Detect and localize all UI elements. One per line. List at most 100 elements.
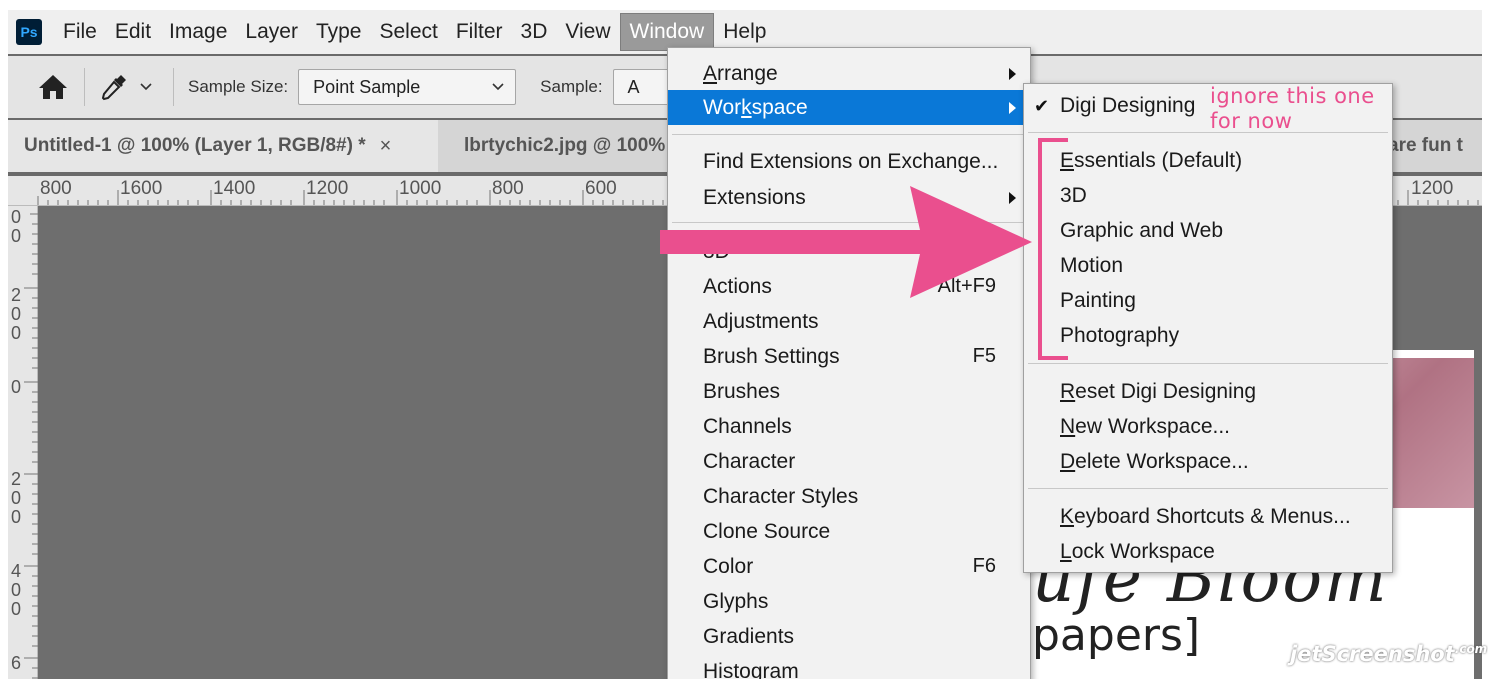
menu-item-workspace[interactable]: Workspace (668, 90, 1030, 125)
workspace-item-reset[interactable]: Reset Digi Designing (1024, 374, 1392, 409)
menu-separator (672, 134, 1026, 135)
ruler-number: 0 (11, 377, 22, 397)
menu-item-gradients[interactable]: Gradients (668, 619, 1030, 654)
close-icon[interactable]: × (380, 135, 392, 158)
workspace-item-keyboard-shortcuts[interactable]: Keyboard Shortcuts & Menus... (1024, 499, 1392, 534)
ruler-number: 1000 (399, 178, 442, 199)
menu-item-label: Motion (1060, 253, 1124, 277)
menu-item-label: New Workspace... (1060, 414, 1231, 438)
workspace-submenu: ✔ Digi Designing Essentials (Default) 3D… (1023, 83, 1393, 573)
submenu-arrow-icon (1009, 102, 1016, 114)
menu-item-character[interactable]: Character (668, 444, 1030, 479)
workspace-item-delete[interactable]: Delete Workspace... (1024, 444, 1392, 479)
watermark-text: jetScreenshot (1290, 642, 1455, 666)
image-papers-text: papers] (1032, 610, 1201, 661)
eyedropper-tool-preset[interactable] (99, 70, 159, 104)
sample-value: A (627, 76, 640, 97)
vertical-ruler: 0 0 2 0 0 0 2 0 0 4 0 0 6 (8, 206, 38, 679)
tab-partial[interactable]: are fun t (1378, 120, 1482, 172)
ruler-number: 800 (40, 178, 72, 199)
menu-item-label: Graphic and Web (1060, 218, 1224, 242)
menu-image[interactable]: Image (160, 14, 236, 50)
shortcut-label: F6 (972, 555, 996, 577)
chevron-down-icon (492, 83, 504, 91)
home-icon[interactable] (36, 70, 70, 104)
menu-item-label: Painting (1060, 288, 1136, 312)
workspace-item-motion[interactable]: Motion (1024, 248, 1392, 283)
menu-item-label: Clone Source (703, 519, 831, 543)
menu-item-label: Reset Digi Designing (1060, 379, 1257, 403)
menu-item-label: Arrange (703, 61, 778, 85)
submenu-arrow-icon (1009, 68, 1016, 80)
menu-item-brushes[interactable]: Brushes (668, 374, 1030, 409)
sample-size-value: Point Sample (313, 76, 421, 97)
menu-separator (1028, 488, 1388, 489)
menu-item-color[interactable]: Color F6 (668, 549, 1030, 584)
menu-item-histogram[interactable]: Histogram (668, 654, 1030, 679)
toolbar-divider (173, 68, 174, 106)
window-menu-dropdown: Arrange Workspace Find Extensions on Exc… (667, 47, 1031, 679)
workspace-item-3d[interactable]: 3D (1024, 178, 1392, 213)
menu-item-label: Brush Settings (703, 344, 840, 368)
menu-item-label: Find Extensions on Exchange... (703, 149, 999, 173)
checkmark-icon: ✔ (1034, 96, 1050, 116)
tab-lbrtychic2[interactable]: lbrtychic2.jpg @ 100% (448, 120, 688, 172)
menu-item-glyphs[interactable]: Glyphs (668, 584, 1030, 619)
menu-item-label: Gradients (703, 624, 795, 648)
workspace-item-graphic-web[interactable]: Graphic and Web (1024, 213, 1392, 248)
sample-label: Sample: (540, 77, 603, 96)
tab-label: are fun t (1388, 135, 1463, 156)
menu-edit[interactable]: Edit (106, 14, 160, 50)
ruler-number: 0 0 (11, 207, 22, 246)
workspace-item-essentials[interactable]: Essentials (Default) (1024, 143, 1392, 178)
menu-filter[interactable]: Filter (447, 14, 512, 50)
menu-select[interactable]: Select (370, 14, 446, 50)
menu-layer[interactable]: Layer (236, 14, 307, 50)
menu-item-label: Workspace (703, 95, 808, 119)
tab-label: Untitled-1 @ 100% (Layer 1, RGB/8#) * (24, 135, 366, 156)
menu-item-label: Character Styles (703, 484, 859, 508)
menu-item-brush-settings[interactable]: Brush Settings F5 (668, 339, 1030, 374)
eyedropper-icon (101, 75, 126, 101)
menu-help[interactable]: Help (714, 14, 775, 50)
menu-item-label: Essentials (Default) (1060, 148, 1243, 172)
workspace-item-painting[interactable]: Painting (1024, 283, 1392, 318)
menu-item-character-styles[interactable]: Character Styles (668, 479, 1030, 514)
menu-window[interactable]: Window (619, 13, 715, 51)
menu-item-label: Lock Workspace (1060, 539, 1215, 563)
menu-file[interactable]: File (54, 14, 106, 50)
menu-item-clone-source[interactable]: Clone Source (668, 514, 1030, 549)
menu-3d[interactable]: 3D (512, 14, 557, 50)
menu-item-label: Keyboard Shortcuts & Menus... (1060, 504, 1351, 528)
menu-item-label: Glyphs (703, 589, 769, 613)
menu-item-label: Channels (703, 414, 792, 438)
ruler-number: 2 0 0 (11, 469, 22, 527)
menu-view[interactable]: View (556, 14, 619, 50)
watermark: jetScreenshot.com (1290, 642, 1487, 666)
menu-item-channels[interactable]: Channels (668, 409, 1030, 444)
photoshop-logo-icon: Ps (16, 19, 42, 45)
menu-item-find-extensions[interactable]: Find Extensions on Exchange... (668, 144, 1030, 179)
annotation-note: ignore this one for now (1210, 84, 1375, 134)
ruler-number: 600 (585, 178, 617, 199)
menu-item-label: Delete Workspace... (1060, 449, 1249, 473)
workspace-item-photography[interactable]: Photography (1024, 318, 1392, 353)
sample-select[interactable]: A (612, 69, 673, 105)
ruler-number: 1600 (120, 178, 163, 199)
annotation-bracket (1038, 138, 1068, 360)
menu-type[interactable]: Type (307, 14, 371, 50)
menu-item-arrange[interactable]: Arrange (668, 56, 1030, 91)
watermark-small: .com (1454, 642, 1488, 656)
shortcut-label: F5 (972, 345, 996, 367)
tab-untitled-1[interactable]: Untitled-1 @ 100% (Layer 1, RGB/8#) * × (8, 120, 438, 172)
annotation-line-2: for now (1210, 109, 1293, 133)
workspace-item-lock[interactable]: Lock Workspace (1024, 534, 1392, 569)
ruler-number: 1200 (306, 178, 349, 199)
sample-size-label: Sample Size: (188, 77, 289, 96)
menu-item-adjustments[interactable]: Adjustments (668, 304, 1030, 339)
menu-item-label: Photography (1060, 323, 1180, 347)
workspace-item-new[interactable]: New Workspace... (1024, 409, 1392, 444)
menu-separator (1028, 363, 1388, 364)
menu-item-label: Brushes (703, 379, 781, 403)
sample-size-select[interactable]: Point Sample (298, 69, 517, 105)
